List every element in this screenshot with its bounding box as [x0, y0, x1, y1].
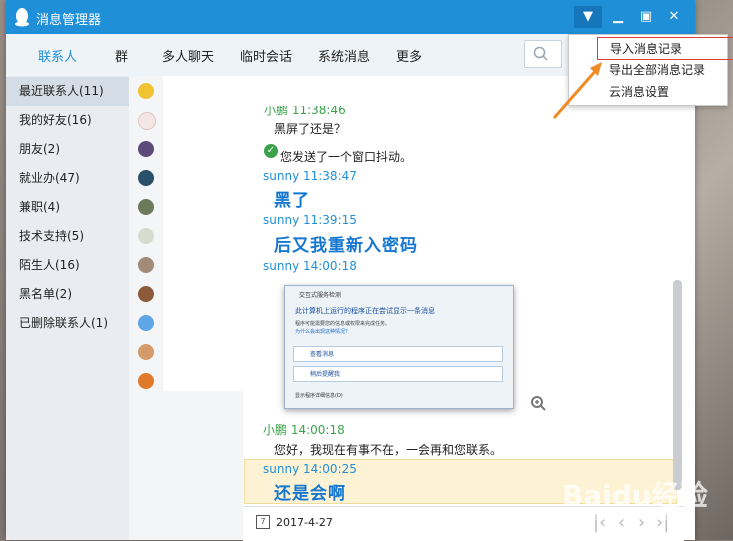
message-text: 您发送了一个窗口抖动。: [280, 150, 413, 164]
calendar-icon[interactable]: 7: [256, 515, 270, 529]
contact-list-empty-area: [163, 391, 248, 540]
tab-contacts[interactable]: 联系人: [38, 46, 77, 65]
message-header: sunny 14:00:25: [263, 462, 357, 476]
sidebar-item-parttime[interactable]: 兼职(4): [6, 193, 129, 222]
title-bar: 消息管理器 ▼ ▁ ▣ ✕: [6, 0, 695, 34]
avatar[interactable]: [138, 112, 156, 130]
avatar[interactable]: [138, 141, 154, 157]
image-dialog-option: 稍后提醒我: [293, 366, 503, 382]
qq-penguin-icon: [15, 8, 29, 27]
message-text: 黑屏了还是？: [274, 122, 347, 136]
avatar[interactable]: [138, 228, 154, 244]
avatar[interactable]: [138, 257, 154, 273]
annotation-arrow-icon: [552, 62, 602, 119]
maximize-button[interactable]: ▣: [635, 6, 657, 28]
minimize-icon: ▁: [613, 9, 623, 24]
image-dialog-heading: 此计算机上运行的程序正在尝试显示一条消息: [295, 307, 435, 315]
image-dialog-title: 交互式服务检测: [299, 292, 342, 299]
avatar[interactable]: [138, 344, 154, 360]
message-header: sunny 11:38:47: [263, 169, 357, 183]
tab-groups[interactable]: 群: [115, 46, 128, 65]
avatar[interactable]: [138, 373, 154, 389]
message-header: sunny 14:00:18: [263, 259, 357, 273]
message-text: 还是会啊: [274, 484, 346, 504]
close-icon: ✕: [668, 9, 680, 24]
image-dialog-link: 为什么会出现这种情况?: [295, 329, 348, 335]
magnifier-plus-icon: [531, 396, 546, 411]
watermark-url: jingyan.baidu.com: [566, 510, 668, 523]
image-dialog-option: 查看消息: [293, 346, 503, 362]
avatar[interactable]: [138, 315, 154, 331]
message-text: 您好，我现在有事不在，一会再和您联系。: [274, 443, 503, 457]
close-button[interactable]: ✕: [663, 6, 685, 28]
image-dialog-body: 程序可能需要您的信息或权限来完成任务。: [295, 321, 391, 327]
contact-avatar-column: [129, 76, 163, 540]
contact-list: [163, 76, 248, 391]
avatar[interactable]: [138, 83, 154, 99]
sidebar-item-recent[interactable]: 最近联系人(11): [6, 77, 129, 106]
avatar[interactable]: [138, 170, 154, 186]
triangle-down-icon: ▼: [583, 9, 593, 24]
tab-temp-session[interactable]: 临时会话: [240, 46, 292, 65]
tab-multi-chat[interactable]: 多人聊天: [162, 46, 214, 65]
avatar[interactable]: [138, 286, 154, 302]
sidebar-item-jobs[interactable]: 就业办(47): [6, 164, 129, 193]
sidebar-item-support[interactable]: 技术支持(5): [6, 222, 129, 251]
chat-scrollbar[interactable]: [673, 280, 682, 490]
sidebar-item-blacklist[interactable]: 黑名单(2): [6, 280, 129, 309]
message-image[interactable]: 交互式服务检测 此计算机上运行的程序正在尝试显示一条消息 程序可能需要您的信息或…: [284, 285, 514, 409]
tab-more[interactable]: 更多: [396, 46, 422, 65]
tab-system-messages[interactable]: 系统消息: [318, 46, 370, 65]
sidebar-item-deleted[interactable]: 已删除联系人(1): [6, 309, 129, 338]
message-header: sunny 11:39:15: [263, 213, 357, 227]
zoom-in-icon[interactable]: [530, 395, 546, 411]
message-text: 黑了: [274, 191, 310, 211]
minimize-button[interactable]: ▁: [607, 6, 629, 28]
avatar[interactable]: [138, 199, 154, 215]
watermark-logo: Baidu经验: [562, 479, 708, 512]
menu-dropdown-button[interactable]: ▼: [574, 6, 602, 28]
check-icon: ✓: [264, 144, 278, 158]
sidebar-item-pengyou[interactable]: 朋友(2): [6, 135, 129, 164]
sidebar-item-friends[interactable]: 我的好友(16): [6, 106, 129, 135]
sidebar-item-strangers[interactable]: 陌生人(16): [6, 251, 129, 280]
history-date: 2017-4-27: [276, 516, 333, 529]
window-title: 消息管理器: [36, 13, 102, 28]
maximize-icon: ▣: [639, 9, 653, 24]
message-header: 小鹏 14:00:18: [263, 423, 345, 437]
message-text: 后又我重新入密码: [274, 236, 418, 256]
image-dialog-footer: 显示程序详细信息(D): [295, 393, 343, 399]
contact-group-sidebar: 最近联系人(11) 我的好友(16) 朋友(2) 就业办(47) 兼职(4) 技…: [6, 76, 129, 540]
